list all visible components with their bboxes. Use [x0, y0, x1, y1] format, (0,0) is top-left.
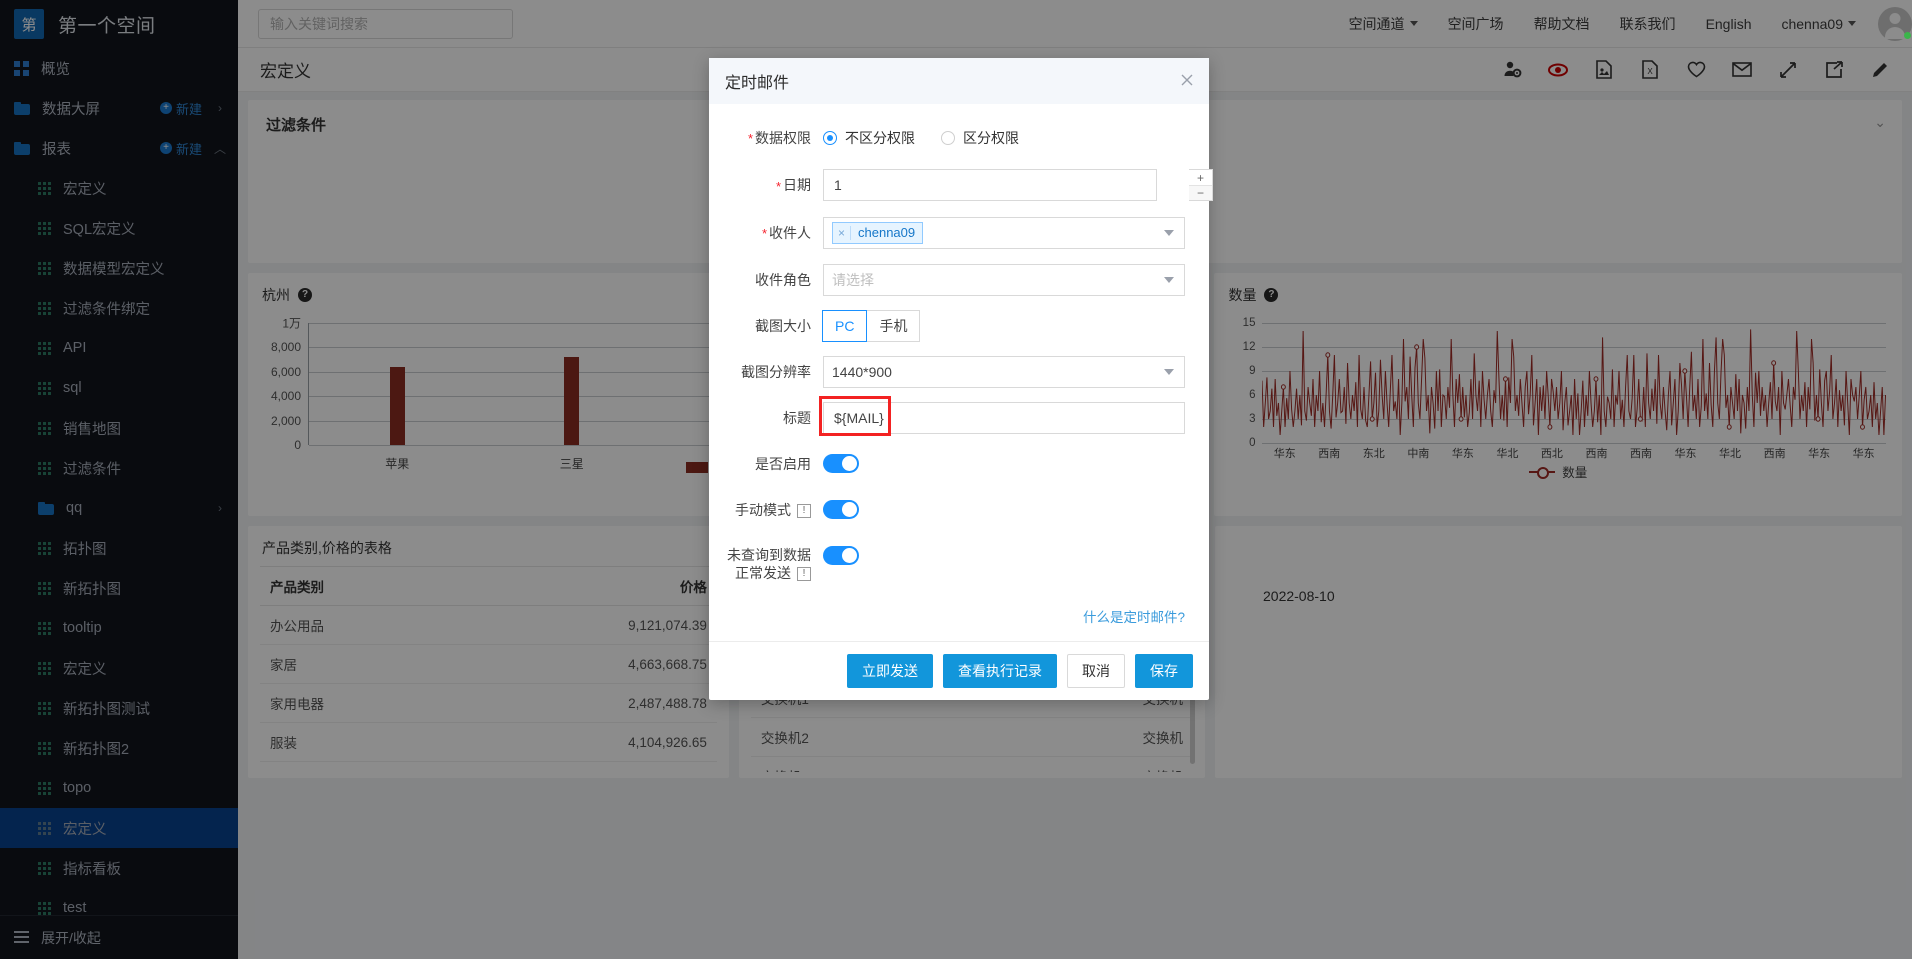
chevron-down-icon — [1164, 229, 1174, 236]
field-label: 手动模式! — [715, 494, 823, 526]
field-label: 日期 — [715, 169, 823, 202]
field-label: 是否启用 — [755, 455, 811, 472]
radio-dot — [941, 131, 955, 145]
send-when-empty-label-line1: 未查询到数据 — [727, 546, 811, 563]
field-send-when-empty: 未查询到数据 正常发送! — [715, 540, 1185, 582]
recipient-tag: × chenna09 — [832, 221, 924, 244]
field-resolution: 截图分辨率 1440*900 — [715, 355, 1185, 388]
close-icon[interactable] — [1179, 72, 1195, 88]
permission-radio-group: 不区分权限 区分权限 — [823, 122, 1185, 154]
remove-tag-icon[interactable]: × — [833, 225, 852, 240]
help-link-row: 什么是定时邮件? — [709, 600, 1209, 641]
radio-with-permission[interactable]: 区分权限 — [941, 128, 1019, 148]
screenshot-size-segmented: PC 手机 — [822, 309, 921, 342]
date-input[interactable]: 1 — [823, 169, 1157, 202]
tag-label: chenna09 — [858, 225, 916, 241]
field-screenshot-size: 截图大小 PC 手机 — [715, 309, 1185, 342]
subject-input[interactable]: ${MAIL} — [823, 401, 1185, 434]
radio-label: 不区分权限 — [845, 130, 915, 146]
chevron-down-icon — [1164, 276, 1174, 283]
field-label: 截图分辨率 — [741, 363, 811, 380]
segment-pc[interactable]: PC — [822, 309, 868, 342]
info-icon[interactable]: ! — [797, 567, 811, 582]
date-stepper: + − — [1189, 169, 1213, 202]
what-is-scheduled-mail-link[interactable]: 什么是定时邮件? — [1083, 610, 1185, 625]
field-manual-mode: 手动模式! — [715, 494, 1185, 526]
stepper-decrement[interactable]: − — [1189, 185, 1212, 201]
field-date: 日期 1 + − — [715, 169, 1213, 202]
dialog-body: 数据权限 不区分权限 区分权限 日期 — [709, 104, 1213, 600]
dialog-header: 定时邮件 — [709, 58, 1209, 104]
field-permission: 数据权限 不区分权限 区分权限 — [715, 122, 1185, 155]
enabled-toggle[interactable] — [823, 453, 859, 473]
field-enabled: 是否启用 — [715, 448, 1185, 480]
send-when-empty-label-line2: 正常发送 — [735, 564, 791, 581]
recipient-role-placeholder: 请选择 — [832, 271, 874, 288]
app-root: 第 第一个空间 概览 数据大屏 + 新建 › 报表 + 新建 ︿ 宏定义 SQL宏定义 数据模型宏定义… — [0, 0, 1912, 959]
field-label: 收件人 — [715, 217, 823, 250]
recipient-role-select[interactable]: 请选择 — [823, 263, 1185, 296]
info-icon[interactable]: ! — [797, 504, 811, 519]
view-execution-log-button[interactable]: 查看执行记录 — [943, 653, 1057, 688]
chevron-down-icon — [1164, 368, 1174, 375]
field-recipient-role: 收件角色 请选择 — [715, 263, 1185, 296]
send-now-button[interactable]: 立即发送 — [847, 653, 933, 688]
radio-label: 区分权限 — [963, 130, 1019, 146]
field-label: 未查询到数据 正常发送! — [715, 540, 823, 582]
manual-mode-toggle[interactable] — [823, 499, 859, 519]
radio-no-permission[interactable]: 不区分权限 — [823, 128, 915, 148]
manual-mode-label: 手动模式 — [735, 501, 791, 518]
field-label: 数据权限 — [715, 122, 823, 155]
resolution-value: 1440*900 — [832, 363, 892, 380]
field-label: 标题 — [783, 409, 811, 426]
field-label: 收件角色 — [755, 271, 811, 288]
send-when-empty-toggle[interactable] — [823, 545, 859, 565]
online-status-dot — [1904, 31, 1911, 39]
save-button[interactable]: 保存 — [1135, 653, 1193, 688]
dialog-footer: 立即发送 查看执行记录 取消 保存 — [709, 640, 1209, 700]
field-subject: 标题 ${MAIL} — [715, 395, 1185, 436]
segment-mobile[interactable]: 手机 — [866, 309, 921, 342]
stepper-increment[interactable]: + — [1189, 170, 1212, 186]
field-recipient: 收件人 × chenna09 — [715, 216, 1185, 250]
field-label: 截图大小 — [755, 317, 811, 334]
recipient-select[interactable]: × chenna09 — [823, 216, 1185, 249]
radio-dot — [823, 131, 837, 145]
scheduled-mail-dialog: 定时邮件 数据权限 不区分权限 区分权限 — [709, 58, 1213, 700]
cancel-button[interactable]: 取消 — [1067, 653, 1125, 688]
dialog-title: 定时邮件 — [725, 75, 790, 92]
resolution-select[interactable]: 1440*900 — [823, 355, 1185, 388]
